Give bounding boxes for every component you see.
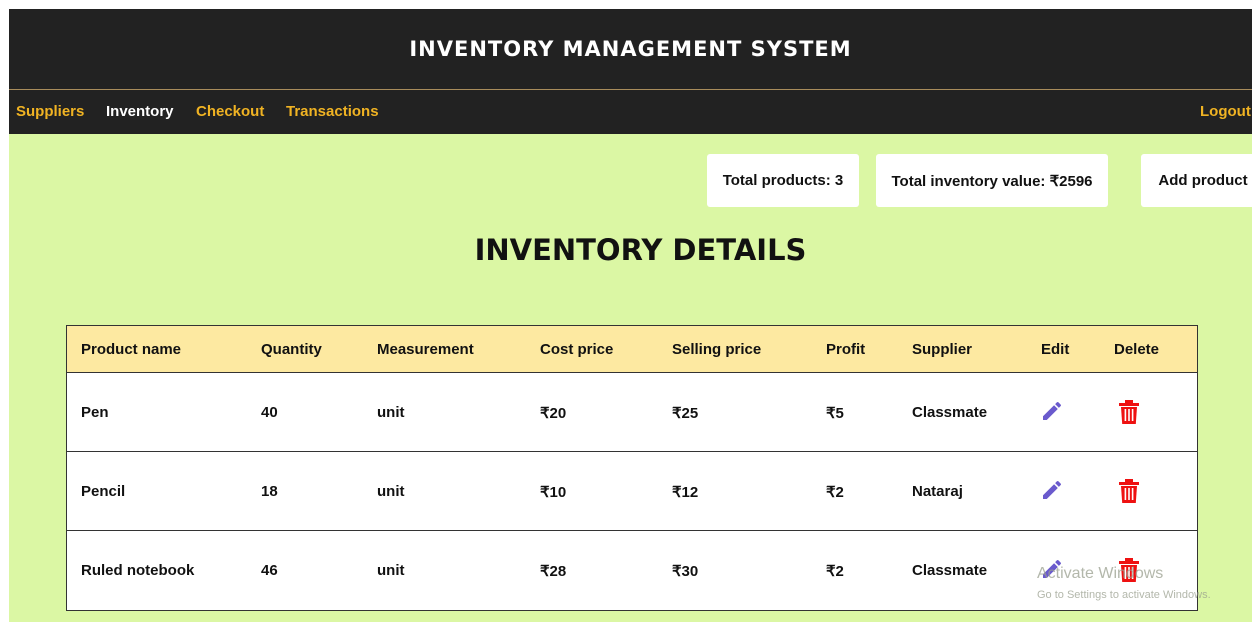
trash-icon[interactable] xyxy=(1118,400,1140,424)
header-supplier: Supplier xyxy=(912,341,973,358)
total-value-card: Total inventory value: ₹2596 xyxy=(876,154,1108,207)
cell-product-name: Ruled notebook xyxy=(81,562,195,579)
header-delete: Delete xyxy=(1114,341,1160,358)
cell-measurement: unit xyxy=(377,483,405,500)
nav-transactions[interactable]: Transactions xyxy=(286,103,379,120)
cell-selling-price: ₹25 xyxy=(672,405,699,422)
cell-selling-price: ₹30 xyxy=(672,563,699,580)
cell-supplier: Classmate xyxy=(912,404,988,421)
app-title: INVENTORY MANAGEMENT SYSTEM xyxy=(409,37,852,61)
add-product-button[interactable]: Add product xyxy=(1141,154,1252,207)
title-bar: INVENTORY MANAGEMENT SYSTEM xyxy=(9,9,1252,90)
activate-windows-subtext: Go to Settings to activate Windows. xyxy=(1037,589,1211,601)
logout-link[interactable]: Logout xyxy=(1200,103,1251,120)
header-measurement: Measurement xyxy=(377,341,474,358)
cell-profit: ₹2 xyxy=(826,484,844,501)
header-edit: Edit xyxy=(1041,341,1070,358)
total-products-card: Total products: 3 xyxy=(707,154,859,207)
table-row: Pen 40 unit ₹20 ₹25 ₹5 Classmate xyxy=(67,373,1197,452)
cell-product-name: Pen xyxy=(81,404,109,421)
cell-selling-price: ₹12 xyxy=(672,484,699,501)
table-row: Pencil 18 unit ₹10 ₹12 ₹2 Nataraj xyxy=(67,452,1197,531)
cell-quantity: 46 xyxy=(261,562,278,579)
pencil-icon[interactable] xyxy=(1040,478,1064,502)
cell-quantity: 40 xyxy=(261,404,278,421)
trash-icon[interactable] xyxy=(1118,479,1140,503)
app-frame: INVENTORY MANAGEMENT SYSTEM Suppliers In… xyxy=(9,9,1252,622)
inventory-table: Product name Quantity Measurement Cost p… xyxy=(66,325,1198,611)
cell-measurement: unit xyxy=(377,562,405,579)
nav-suppliers[interactable]: Suppliers xyxy=(16,103,84,120)
header-cost-price: Cost price xyxy=(540,341,614,358)
nav-bar: Suppliers Inventory Checkout Transaction… xyxy=(9,90,1252,134)
cell-cost-price: ₹10 xyxy=(540,484,567,501)
cell-supplier: Nataraj xyxy=(912,483,963,500)
header-selling-price: Selling price xyxy=(672,341,762,358)
table-row: Ruled notebook 46 unit ₹28 ₹30 ₹2 Classm… xyxy=(67,531,1197,609)
nav-checkout[interactable]: Checkout xyxy=(196,103,264,120)
cell-cost-price: ₹28 xyxy=(540,563,567,580)
nav-inventory[interactable]: Inventory xyxy=(106,103,174,120)
cell-product-name: Pencil xyxy=(81,483,126,500)
page-title: INVENTORY DETAILS xyxy=(474,233,807,267)
cell-cost-price: ₹20 xyxy=(540,405,567,422)
pencil-icon[interactable] xyxy=(1040,399,1064,423)
header-profit: Profit xyxy=(826,341,866,358)
header-quantity: Quantity xyxy=(261,341,322,358)
table-header-row: Product name Quantity Measurement Cost p… xyxy=(67,326,1197,373)
cell-measurement: unit xyxy=(377,404,405,421)
cell-profit: ₹5 xyxy=(826,405,844,422)
cell-supplier: Classmate xyxy=(912,562,988,579)
cell-quantity: 18 xyxy=(261,483,278,500)
header-product-name: Product name xyxy=(81,341,182,358)
activate-windows-watermark: Activate Windows xyxy=(1037,565,1164,582)
cell-profit: ₹2 xyxy=(826,563,844,580)
